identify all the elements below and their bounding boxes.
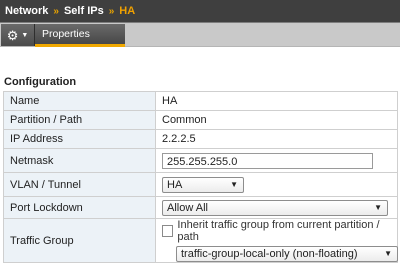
breadcrumb-separator: »: [53, 5, 59, 17]
port-lockdown-cell: Allow All ▼: [155, 196, 398, 219]
inherit-traffic-group-label: Inherit traffic group from current parti…: [177, 219, 380, 243]
breadcrumb: Network » Self IPs » HA: [0, 0, 400, 23]
vlan-select[interactable]: HA ▼: [162, 176, 244, 193]
traffic-group-select-value: traffic-group-local-only (non-floating): [181, 248, 358, 260]
vlan-select-value: HA: [167, 178, 183, 191]
table-row: Traffic Group Inherit traffic group from…: [3, 218, 398, 263]
traffic-group-label: Traffic Group: [3, 218, 156, 263]
port-lockdown-label: Port Lockdown: [3, 196, 156, 219]
breadcrumb-current: HA: [119, 5, 136, 17]
breadcrumb-network[interactable]: Network: [5, 5, 48, 17]
inherit-row: Inherit traffic group from current parti…: [162, 219, 391, 243]
configuration-table: Name HA Partition / Path Common IP Addre…: [3, 91, 398, 263]
netmask-input[interactable]: 255.255.255.0: [162, 152, 373, 169]
tab-properties[interactable]: Properties: [35, 24, 125, 47]
traffic-group-select[interactable]: traffic-group-local-only (non-floating) …: [176, 246, 398, 262]
dropdown-arrow-icon: ▼: [384, 249, 392, 258]
partition-value: Common: [155, 110, 398, 130]
vlan-cell: HA ▼: [155, 172, 398, 197]
inherit-traffic-group-checkbox[interactable]: [162, 225, 174, 237]
settings-menu-button[interactable]: ⚙ ▼: [1, 24, 35, 46]
traffic-group-cell: Inherit traffic group from current parti…: [155, 218, 398, 263]
section-title: Configuration: [4, 76, 77, 88]
dropdown-arrow-icon: ▼: [374, 202, 382, 212]
dropdown-arrow-icon: ▼: [230, 179, 238, 189]
table-row: Port Lockdown Allow All ▼: [3, 196, 398, 219]
table-row: Name HA: [3, 91, 398, 111]
partition-label: Partition / Path: [3, 110, 156, 130]
netmask-label: Netmask: [3, 148, 156, 173]
port-lockdown-select-value: Allow All: [167, 201, 208, 214]
breadcrumb-self-ips[interactable]: Self IPs: [64, 5, 104, 17]
netmask-cell: 255.255.255.0: [155, 148, 398, 173]
traffic-group-select-row: traffic-group-local-only (non-floating) …: [162, 246, 398, 262]
ip-address-value: 2.2.2.5: [155, 129, 398, 149]
ip-address-label: IP Address: [3, 129, 156, 149]
table-row: Partition / Path Common: [3, 110, 398, 130]
port-lockdown-select[interactable]: Allow All ▼: [162, 199, 388, 216]
tab-bar: ⚙ ▼ Properties: [0, 23, 400, 47]
vlan-label: VLAN / Tunnel: [3, 172, 156, 197]
name-label: Name: [3, 91, 156, 111]
table-row: Netmask 255.255.255.0: [3, 148, 398, 173]
name-value: HA: [155, 91, 398, 111]
chevron-down-icon: ▼: [21, 31, 29, 39]
gear-icon: ⚙: [6, 27, 19, 43]
table-row: VLAN / Tunnel HA ▼: [3, 172, 398, 197]
table-row: IP Address 2.2.2.5: [3, 129, 398, 149]
breadcrumb-separator: »: [108, 5, 115, 17]
